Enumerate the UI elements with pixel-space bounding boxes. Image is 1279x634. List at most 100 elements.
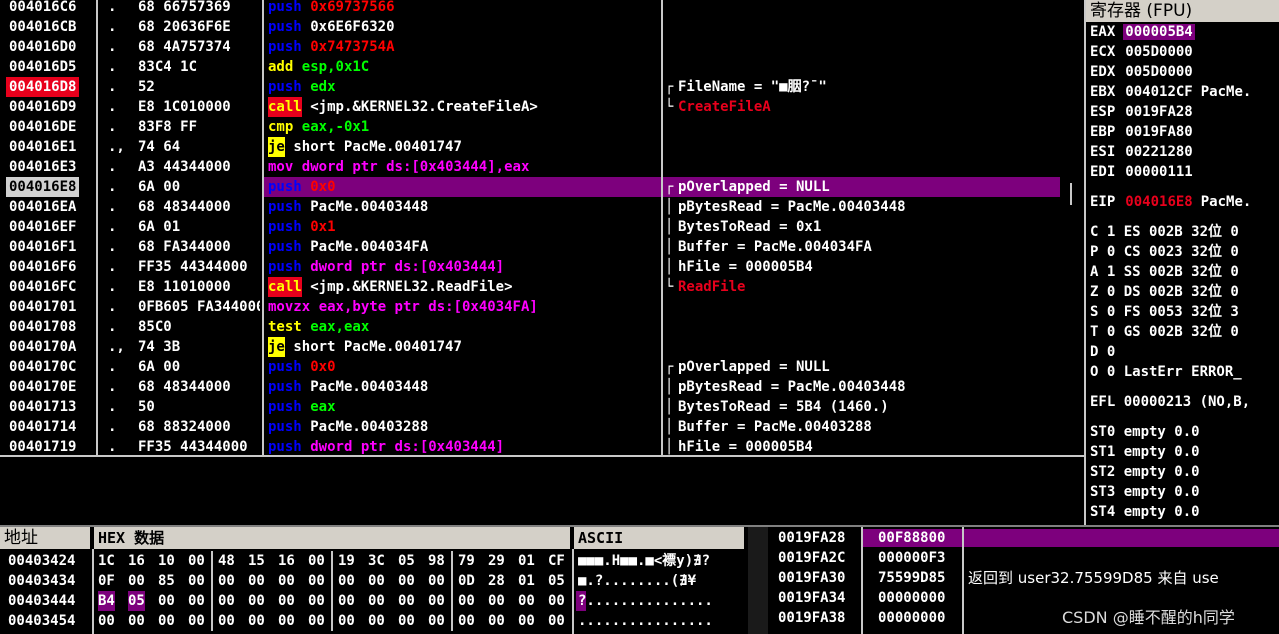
dump-byte[interactable]: 00 <box>278 611 295 631</box>
stack-address[interactable]: 0019FA38 <box>778 608 845 628</box>
dump-byte[interactable]: 00 <box>368 571 385 591</box>
register-value[interactable]: 005D0000 <box>1123 44 1194 60</box>
dump-header-hex[interactable]: HEX 数据 <box>94 527 570 549</box>
flag-row[interactable]: Z 0 DS 002B 32位 0 <box>1090 282 1239 302</box>
disasm-address[interactable]: 004016FC <box>6 277 79 297</box>
dump-ascii[interactable]: ■■■.H■■.■<褾y)∄? <box>578 551 710 571</box>
disasm-address[interactable]: 004016E3 <box>6 157 79 177</box>
register-value[interactable]: 004012CF <box>1123 84 1194 100</box>
dump-byte[interactable]: 00 <box>218 611 235 631</box>
dump-byte[interactable]: 00 <box>428 571 445 591</box>
disasm-row[interactable]: 004016D5. 83C4 1C add esp,0x1C <box>0 57 1060 77</box>
registers-header[interactable]: 寄存器 (FPU) <box>1086 0 1279 22</box>
dump-byte[interactable]: 00 <box>548 611 565 631</box>
dump-byte[interactable]: 00 <box>308 571 325 591</box>
fpu-register[interactable]: ST2 empty 0.0 <box>1090 462 1200 482</box>
flag-row[interactable]: O 0 LastErr ERROR_ <box>1090 362 1242 382</box>
register-ebp[interactable]: EBP 0019FA80 <box>1090 122 1201 142</box>
dump-byte[interactable]: 00 <box>398 591 415 611</box>
register-value[interactable]: 005D0000 <box>1123 64 1194 80</box>
dump-byte[interactable]: 85 <box>158 571 175 591</box>
dump-byte[interactable]: 00 <box>218 591 235 611</box>
disasm-address[interactable]: 00401713 <box>6 397 79 417</box>
dump-address[interactable]: 00403434 <box>8 571 75 591</box>
disasm-row[interactable]: 004016CB. 68 20636F6E push 0x6E6F6320 <box>0 17 1060 37</box>
dump-ascii[interactable]: ■.?........(∄¥ <box>578 571 696 591</box>
dump-byte[interactable]: 00 <box>188 571 205 591</box>
dump-byte[interactable]: 05 <box>548 571 565 591</box>
stack-address[interactable]: 0019FA2C <box>778 548 845 568</box>
dump-byte[interactable]: 00 <box>278 591 295 611</box>
dump-byte[interactable]: 00 <box>188 591 205 611</box>
flag-row[interactable]: T 0 GS 002B 32位 0 <box>1090 322 1239 342</box>
disasm-row[interactable]: 00401701. 0FB605 FA344000 movzx eax,byte pt… <box>0 297 1060 317</box>
dump-byte[interactable]: 00 <box>338 611 355 631</box>
flag-row[interactable]: A 1 SS 002B 32位 0 <box>1090 262 1239 282</box>
disasm-address[interactable]: 004016D9 <box>6 97 79 117</box>
stack-value[interactable]: 000000F3 <box>878 548 945 568</box>
dump-byte[interactable]: 05 <box>128 591 145 611</box>
flag-row[interactable]: P 0 CS 0023 32位 0 <box>1090 242 1239 262</box>
disasm-address[interactable]: 0040170C <box>6 357 79 377</box>
dump-header-ascii[interactable]: ASCII <box>574 527 744 549</box>
disasm-address[interactable]: 00401714 <box>6 417 79 437</box>
dump-byte[interactable]: 00 <box>488 611 505 631</box>
disasm-row[interactable]: 004016C6. 68 66757369 push 0x69737566 <box>0 0 1060 17</box>
disasm-address[interactable]: 004016F1 <box>6 237 79 257</box>
dump-byte[interactable]: 00 <box>158 611 175 631</box>
dump-byte[interactable]: 00 <box>428 611 445 631</box>
register-edx[interactable]: EDX 005D0000 <box>1090 62 1201 82</box>
dump-byte[interactable]: 00 <box>308 551 325 571</box>
dump-byte[interactable]: 1C <box>98 551 115 571</box>
register-value[interactable]: 00000111 <box>1123 164 1194 180</box>
disasm-row[interactable]: 004016EF. 6A 01 push 0x1 <box>0 217 1060 237</box>
disasm-row[interactable]: 00401714. 68 88324000 push PacMe.00403288 <box>0 417 1060 437</box>
stack-address[interactable]: 0019FA30 <box>778 568 845 588</box>
dump-byte[interactable]: 0F <box>98 571 115 591</box>
dump-byte[interactable]: 29 <box>488 551 505 571</box>
dump-byte[interactable]: 00 <box>248 571 265 591</box>
disasm-address[interactable]: 0040170E <box>6 377 79 397</box>
stack-address[interactable]: 0019FA34 <box>778 588 845 608</box>
dump-header-addr[interactable]: 地址 <box>0 527 90 549</box>
dump-byte[interactable]: 01 <box>518 551 535 571</box>
dump-byte[interactable]: 16 <box>128 551 145 571</box>
disasm-row[interactable]: 00401713. 50 push eax <box>0 397 1060 417</box>
register-eax[interactable]: EAX 000005B4 <box>1090 22 1201 42</box>
dump-byte[interactable]: 00 <box>308 591 325 611</box>
dump-byte[interactable]: CF <box>548 551 565 571</box>
disasm-row[interactable]: 004016D8. 52 push edx <box>0 77 1060 97</box>
disasm-address[interactable]: 004016F6 <box>6 257 79 277</box>
dump-byte[interactable]: 00 <box>518 591 535 611</box>
disasm-row[interactable]: 004016F1. 68 FA344000 push PacMe.004034FA <box>0 237 1060 257</box>
flag-row[interactable]: S 0 FS 0053 32位 3 <box>1090 302 1239 322</box>
fpu-register[interactable]: ST3 empty 0.0 <box>1090 482 1200 502</box>
dump-ascii[interactable]: ................ <box>578 611 713 631</box>
dump-byte[interactable]: 00 <box>338 591 355 611</box>
flag-row[interactable]: C 1 ES 002B 32位 0 <box>1090 222 1239 242</box>
fpu-register[interactable]: ST1 empty 0.0 <box>1090 442 1200 462</box>
fpu-register[interactable]: ST4 empty 0.0 <box>1090 502 1200 522</box>
dump-byte[interactable]: 16 <box>278 551 295 571</box>
dump-byte[interactable]: 19 <box>338 551 355 571</box>
dump-address[interactable]: 00403454 <box>8 611 75 631</box>
disasm-row[interactable]: 004016FC. E8 11010000 call <jmp.&KERNEL32.R… <box>0 277 1060 297</box>
dump-byte[interactable]: 00 <box>398 571 415 591</box>
disasm-row[interactable]: 00401719. FF35 44344000 push dword ptr ds:[… <box>0 437 1060 457</box>
dump-address[interactable]: 00403424 <box>8 551 75 571</box>
dump-byte[interactable]: 00 <box>158 591 175 611</box>
stack-value[interactable]: 00000000 <box>878 588 945 608</box>
register-esi[interactable]: ESI 00221280 <box>1090 142 1201 162</box>
dump-byte[interactable]: 00 <box>188 551 205 571</box>
efl-register[interactable]: EFL 00000213 (NO,B, <box>1090 392 1250 412</box>
dump-byte[interactable]: 79 <box>458 551 475 571</box>
disasm-row[interactable]: 004016E1., 74 64 je short PacMe.00401747 <box>0 137 1060 157</box>
dump-byte[interactable]: 05 <box>398 551 415 571</box>
dump-byte[interactable]: 00 <box>218 571 235 591</box>
dump-ascii[interactable]: ?............... <box>578 591 713 611</box>
register-edi[interactable]: EDI 00000111 <box>1090 162 1201 182</box>
disasm-address[interactable]: 00401719 <box>6 437 79 457</box>
disasm-address[interactable]: 0040170A <box>6 337 79 357</box>
disasm-address[interactable]: 004016EA <box>6 197 79 217</box>
dump-byte[interactable]: 00 <box>428 591 445 611</box>
